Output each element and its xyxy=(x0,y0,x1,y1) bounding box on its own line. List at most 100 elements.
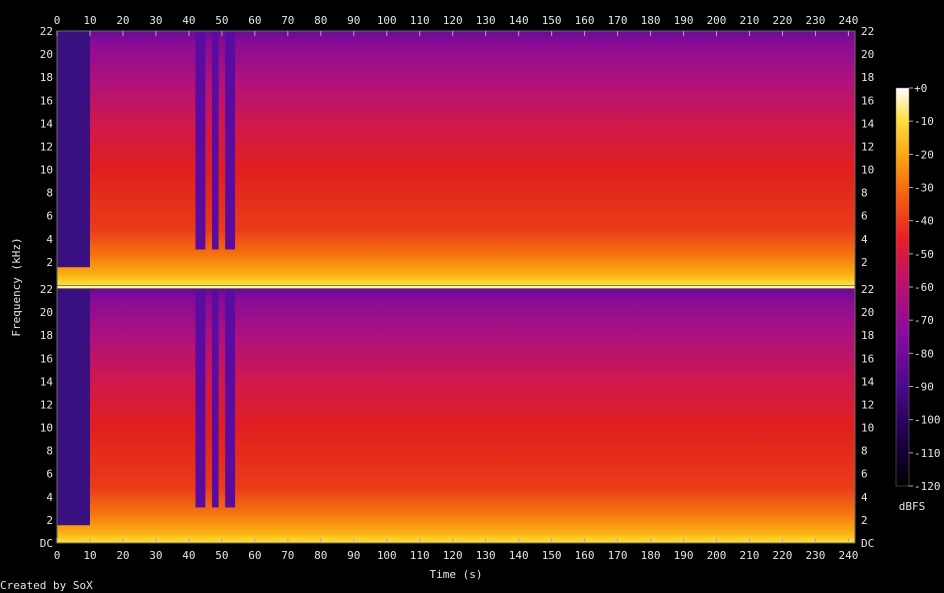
y-tick-label-right: 10 xyxy=(861,164,874,177)
y-tick-label: 14 xyxy=(40,375,54,388)
channel-2-plot xyxy=(57,289,855,543)
x-tick-label-top: 50 xyxy=(215,14,228,27)
silent-region xyxy=(57,31,90,268)
x-tick-label-top: 210 xyxy=(740,14,760,27)
y-tick-label-right: 4 xyxy=(861,233,868,246)
x-tick-label: 0 xyxy=(54,549,61,562)
silent-region xyxy=(211,289,219,508)
x-tick-label: 50 xyxy=(215,549,228,562)
y-tick-label: 8 xyxy=(46,187,53,200)
x-tick-label: 210 xyxy=(740,549,760,562)
x-axis-label: Time (s) xyxy=(430,568,483,581)
x-tick-label: 240 xyxy=(838,549,858,562)
silent-region xyxy=(195,31,206,250)
spectrogram-chart: 0 0 10 10 20 20 30 30 40 40 50 50 60 60 70 70 80 80 90 90 10… xyxy=(0,14,941,592)
y-tick-label: 18 xyxy=(40,329,53,342)
y-tick-label-right: 14 xyxy=(861,117,875,130)
x-tick-label: 10 xyxy=(83,549,96,562)
y-tick-label-right: 8 xyxy=(861,445,868,458)
x-tick-label-top: 30 xyxy=(149,14,162,27)
x-tick-label-top: 120 xyxy=(443,14,463,27)
colorbar-tick-label: -40 xyxy=(914,215,934,228)
x-tick-label: 70 xyxy=(281,549,294,562)
colorbar-tick-label: -90 xyxy=(914,381,934,394)
colorbar-tick-label: -50 xyxy=(914,248,934,261)
x-tick-label: 20 xyxy=(116,549,129,562)
x-tick-label-top: 110 xyxy=(410,14,430,27)
x-tick-label-top: 100 xyxy=(377,14,397,27)
x-tick-label-top: 130 xyxy=(476,14,496,27)
colorbar-tick-label: -60 xyxy=(914,281,934,294)
colorbar-tick-label: -10 xyxy=(914,115,934,128)
x-tick-label: 140 xyxy=(509,549,529,562)
x-tick-label: 90 xyxy=(347,549,360,562)
y-tick-label-right: 10 xyxy=(861,422,874,435)
colorbar-label: dBFS xyxy=(899,500,926,513)
channel-1-spectrum xyxy=(57,31,855,285)
x-tick-label: 30 xyxy=(149,549,162,562)
x-tick-label: 100 xyxy=(377,549,397,562)
y-tick-label: 16 xyxy=(40,94,53,107)
y-tick-label-right: 22 xyxy=(861,25,874,38)
colorbar-tick-label: -30 xyxy=(914,182,934,195)
y-tick-label: DC xyxy=(40,537,53,550)
x-tick-label-top: 200 xyxy=(707,14,727,27)
y-tick-label: 8 xyxy=(46,445,53,458)
silent-region xyxy=(225,289,236,508)
x-tick-label: 120 xyxy=(443,549,463,562)
channel-1-plot xyxy=(57,31,855,285)
y-tick-label: 4 xyxy=(46,233,53,246)
x-tick-label-top: 40 xyxy=(182,14,195,27)
y-tick-label-right: 2 xyxy=(861,256,868,269)
y-tick-label-right: 20 xyxy=(861,48,874,61)
y-tick-label: 10 xyxy=(40,164,53,177)
colorbar-tick-label: -70 xyxy=(914,314,934,327)
silent-region xyxy=(211,31,219,250)
x-tick-label-top: 140 xyxy=(509,14,529,27)
colorbar-tick-label: +0 xyxy=(914,82,927,95)
y-tick-label: 10 xyxy=(40,422,53,435)
x-tick-label: 220 xyxy=(773,549,793,562)
x-tick-label-top: 60 xyxy=(248,14,261,27)
colorbar-tick-label: -80 xyxy=(914,347,934,360)
x-tick-label: 60 xyxy=(248,549,261,562)
x-tick-label-top: 190 xyxy=(674,14,694,27)
x-tick-label: 160 xyxy=(575,549,595,562)
y-tick-label-right: 18 xyxy=(861,71,874,84)
x-tick-label-top: 20 xyxy=(116,14,129,27)
y-tick-label-right: 16 xyxy=(861,352,874,365)
y-tick-label-right: 6 xyxy=(861,210,868,223)
x-tick-label-top: 160 xyxy=(575,14,595,27)
y-tick-label: 20 xyxy=(40,306,53,319)
y-tick-label: 2 xyxy=(46,514,53,527)
x-tick-label: 190 xyxy=(674,549,694,562)
y-tick-label-right: 12 xyxy=(861,398,874,411)
x-tick-label: 200 xyxy=(707,549,727,562)
y-tick-label-right: 16 xyxy=(861,94,874,107)
x-tick-label-top: 240 xyxy=(838,14,858,27)
y-tick-label: 18 xyxy=(40,71,53,84)
y-tick-label-right: 18 xyxy=(861,329,874,342)
y-tick-label-right: 22 xyxy=(861,283,874,296)
y-tick-label: 4 xyxy=(46,491,53,504)
x-tick-label: 180 xyxy=(641,549,661,562)
y-tick-label-right: DC xyxy=(861,537,874,550)
colorbar-tick-label: -20 xyxy=(914,148,934,161)
y-tick-label-right: 20 xyxy=(861,306,874,319)
x-tick-label-top: 0 xyxy=(54,14,61,27)
y-tick-label: 6 xyxy=(46,210,53,223)
colorbar-tick-label: -100 xyxy=(914,414,941,427)
y-tick-label: 16 xyxy=(40,352,53,365)
x-tick-label-top: 170 xyxy=(608,14,628,27)
y-tick-label: 2 xyxy=(46,256,53,269)
y-tick-label: 6 xyxy=(46,468,53,481)
x-tick-label-top: 180 xyxy=(641,14,661,27)
x-tick-label-top: 90 xyxy=(347,14,360,27)
silent-region xyxy=(195,289,206,508)
y-axis-label: Frequency (kHz) xyxy=(10,237,23,336)
x-tick-label: 230 xyxy=(805,549,825,562)
y-tick-label-right: 2 xyxy=(861,514,868,527)
y-tick-label: 22 xyxy=(40,283,53,296)
y-tick-label-right: 14 xyxy=(861,375,875,388)
x-tick-label-top: 10 xyxy=(83,14,96,27)
